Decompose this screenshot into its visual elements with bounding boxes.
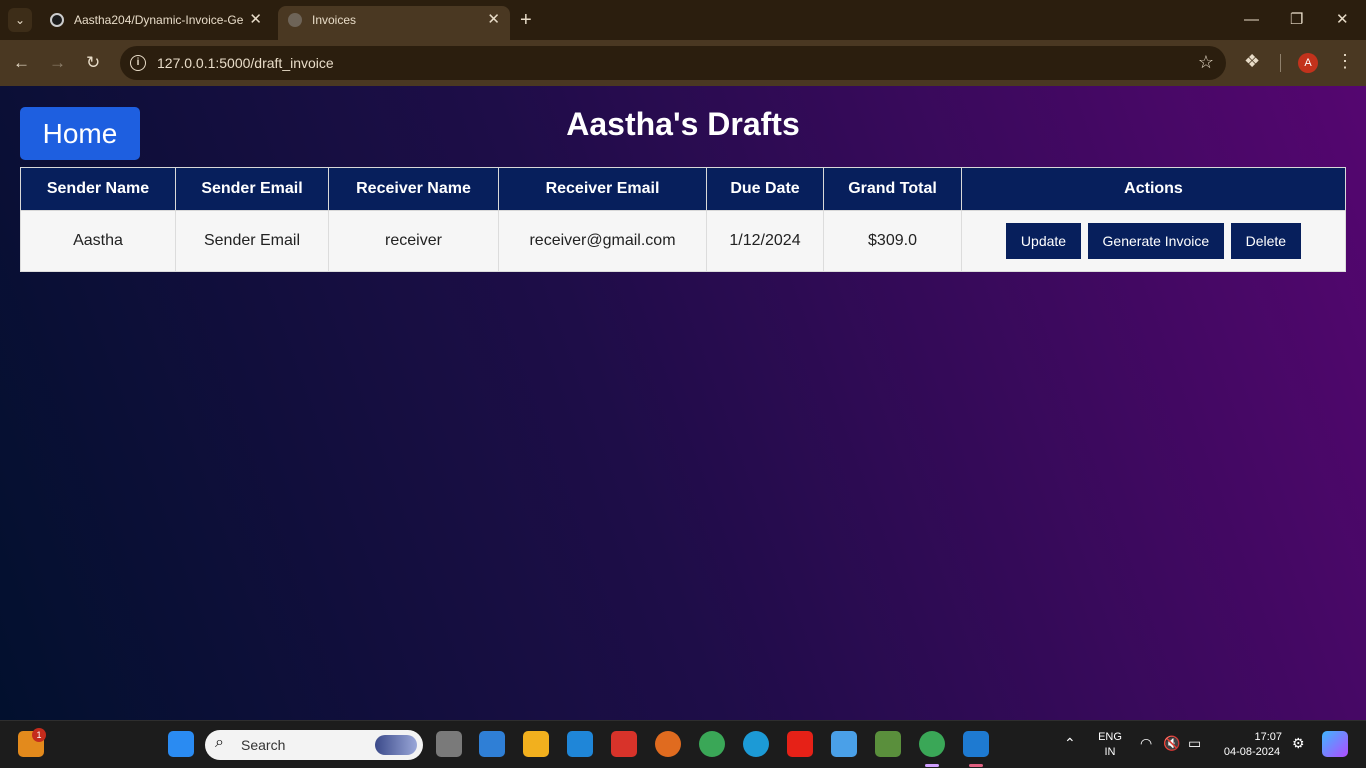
chrome-icon[interactable] — [699, 731, 725, 757]
column-header: Receiver Email — [498, 167, 707, 211]
column-header: Sender Email — [175, 167, 329, 211]
cell-sender-email: Sender Email — [175, 210, 329, 272]
notepad-icon[interactable] — [831, 731, 857, 757]
tab-invoices[interactable]: Invoices ✕ — [278, 6, 510, 40]
windows-start-icon[interactable] — [168, 731, 194, 757]
region-code: IN — [1104, 746, 1116, 758]
cell-grand-total: $309.0 — [823, 210, 962, 272]
reload-icon[interactable]: ↻ — [86, 51, 100, 75]
show-hidden-icons-chevron-icon[interactable]: ⌃ — [1064, 735, 1076, 752]
search-icon: ⌕ — [215, 734, 224, 751]
table-header-row: Sender Name Sender Email Receiver Name R… — [20, 167, 1346, 211]
cell-sender-name: Aastha — [20, 210, 176, 272]
wps-office-icon[interactable] — [611, 731, 637, 757]
menu-kebab-icon[interactable]: ⋮ — [1336, 51, 1354, 72]
vscode-icon[interactable] — [963, 731, 989, 757]
site-info-icon[interactable]: i — [130, 55, 146, 71]
copilot-icon[interactable] — [1322, 731, 1348, 757]
task-view-icon[interactable] — [436, 731, 462, 757]
clock-time: 17:07 — [1254, 731, 1282, 743]
search-placeholder: Search — [241, 737, 286, 753]
drafts-table: Sender Name Sender Email Receiver Name R… — [20, 167, 1346, 272]
forward-arrow-icon[interactable]: → — [49, 51, 66, 75]
new-tab-plus-icon[interactable]: + — [520, 8, 532, 32]
window-close-icon[interactable]: ✕ — [1336, 8, 1349, 32]
active-app-indicator — [925, 764, 939, 767]
back-arrow-icon[interactable]: ← — [13, 51, 30, 75]
windows-taskbar: 1 ⌕ Search ⌃ ENG IN ◠ 🔇 ▭ 17:07 04-08-20… — [0, 720, 1366, 768]
tab-github[interactable]: Aastha204/Dynamic-Invoice-Ge ✕ — [40, 6, 272, 40]
chrome-profile-icon[interactable] — [919, 731, 945, 757]
column-header: Sender Name — [20, 167, 176, 211]
volume-muted-icon[interactable]: 🔇 — [1163, 735, 1180, 752]
bookmark-star-icon[interactable]: ☆ — [1198, 52, 1214, 73]
cell-receiver-email: receiver@gmail.com — [498, 210, 707, 272]
clock[interactable]: 17:07 04-08-2024 — [1214, 730, 1290, 760]
globe-icon — [288, 13, 302, 27]
mail-icon[interactable] — [567, 731, 593, 757]
cell-due-date: 1/12/2024 — [706, 210, 824, 272]
generate-invoice-button[interactable]: Generate Invoice — [1087, 223, 1225, 259]
file-explorer-icon[interactable] — [523, 731, 549, 757]
active-app-indicator — [969, 764, 983, 767]
search-highlight-image — [375, 735, 417, 755]
github-icon — [50, 13, 64, 27]
extensions-puzzle-icon[interactable]: ❖ — [1244, 51, 1260, 72]
notifications-bell-icon[interactable]: ⚙ — [1292, 735, 1305, 752]
git-gui-icon[interactable] — [875, 731, 901, 757]
page-viewport: Home Aastha's Drafts Sender Name Sender … — [0, 86, 1366, 720]
url-text[interactable]: 127.0.0.1:5000/draft_invoice — [157, 55, 334, 71]
restore-icon[interactable]: ❐ — [1290, 8, 1303, 32]
cell-actions: Update Generate Invoice Delete — [961, 210, 1346, 272]
tab-title: Aastha204/Dynamic-Invoice-Ge — [74, 13, 244, 27]
browser-tabstrip: ⌄ Aastha204/Dynamic-Invoice-Ge ✕ Invoice… — [0, 0, 1366, 40]
table-row: Aastha Sender Email receiver receiver@gm… — [20, 210, 1346, 272]
close-icon[interactable]: ✕ — [487, 6, 500, 34]
notification-badge: 1 — [32, 728, 46, 742]
youtube-icon[interactable] — [787, 731, 813, 757]
language-code: ENG — [1098, 731, 1122, 743]
tab-search-chevron-icon[interactable]: ⌄ — [8, 8, 32, 32]
profile-avatar[interactable]: A — [1298, 53, 1318, 73]
clock-date: 04-08-2024 — [1223, 746, 1281, 758]
delete-button[interactable]: Delete — [1230, 223, 1302, 259]
address-bar[interactable]: i 127.0.0.1:5000/draft_invoice ☆ — [120, 46, 1226, 80]
minimize-icon[interactable]: — — [1244, 8, 1259, 32]
edge-icon[interactable] — [743, 731, 769, 757]
page-title: Aastha's Drafts — [566, 106, 800, 142]
taskbar-search[interactable]: ⌕ Search — [205, 730, 423, 760]
battery-icon[interactable]: ▭ — [1188, 735, 1201, 752]
tab-title: Invoices — [312, 13, 357, 27]
input-language-indicator[interactable]: ENG IN — [1094, 730, 1126, 760]
microsoft-store-icon[interactable] — [479, 731, 505, 757]
cell-receiver-name: receiver — [328, 210, 499, 272]
toolbar-divider — [1280, 54, 1281, 72]
column-header: Due Date — [706, 167, 824, 211]
column-header: Receiver Name — [328, 167, 499, 211]
browser-toolbar: ← → ↻ i 127.0.0.1:5000/draft_invoice ☆ ❖… — [0, 40, 1366, 86]
close-icon[interactable]: ✕ — [249, 6, 262, 34]
update-button[interactable]: Update — [1005, 223, 1082, 259]
firefox-icon[interactable] — [655, 731, 681, 757]
column-header: Grand Total — [823, 167, 962, 211]
column-header: Actions — [961, 167, 1346, 211]
wifi-icon[interactable]: ◠ — [1140, 735, 1152, 752]
